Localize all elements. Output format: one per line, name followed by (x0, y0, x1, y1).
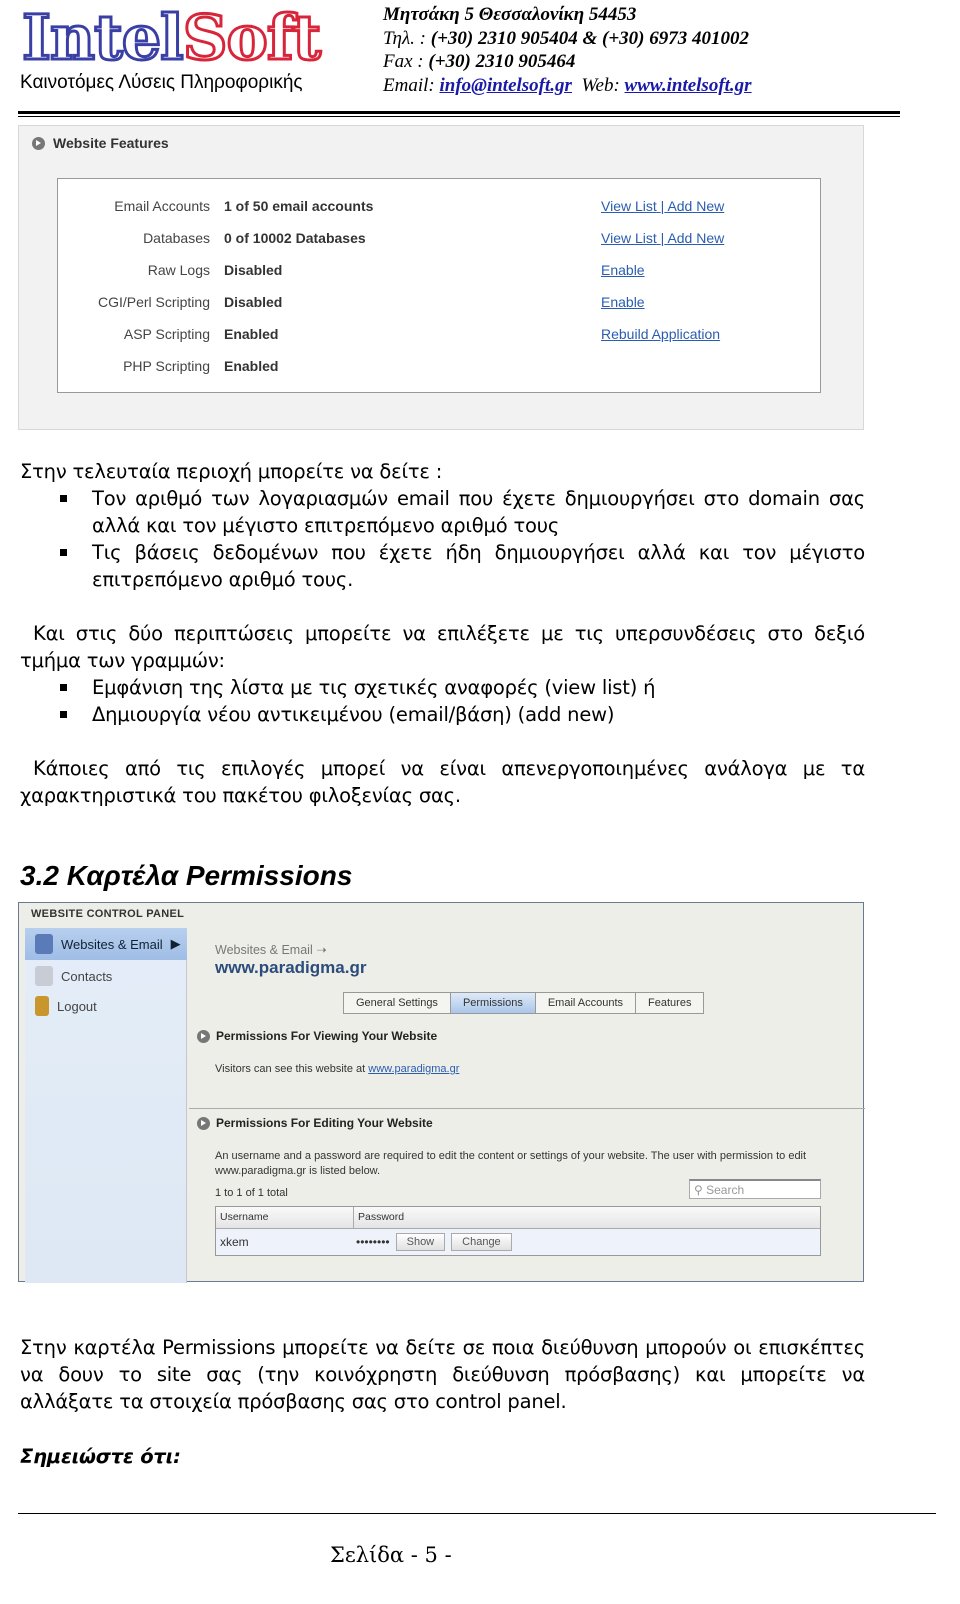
search-input[interactable]: ⚲ Search (689, 1179, 821, 1199)
tab-email-accounts[interactable]: Email Accounts (535, 993, 637, 1013)
contacts-icon (35, 966, 53, 986)
feature-row: ASP Scripting Enabled Rebuild Application (123, 326, 721, 342)
feature-row: Email Accounts 1 of 50 email accounts View… (114, 198, 725, 214)
sidebar: Websites & Email ▶ Contacts Logout (25, 928, 187, 1283)
table-row: xkem •••••••• Show Change (216, 1229, 820, 1255)
expand-icon (197, 1029, 210, 1043)
footer-rule (18, 1513, 936, 1514)
tab-bar: General Settings Permissions Email Accou… (343, 992, 705, 1014)
email-link[interactable]: info@intelsoft.gr (439, 75, 571, 96)
panel-main: Websites & Email ➝ www.paradigma.gr Gene… (189, 928, 865, 1283)
lock-icon (35, 996, 49, 1016)
tab-permissions[interactable]: Permissions (450, 993, 536, 1013)
column-header-username: Username (216, 1207, 354, 1228)
bullet-item: Τον αριθμό των λογαριασμών email που έχε… (60, 485, 865, 539)
sidebar-item-logout[interactable]: Logout (25, 990, 187, 1022)
paragraph: Στην καρτέλα Permissions μπορείτε να δεί… (20, 1336, 865, 1413)
paragraph: Και στις δύο περιπτώσεις μπορείτε να επι… (20, 622, 865, 672)
website-features-screenshot: Website Features Email Accounts 1 of 50 e… (18, 125, 864, 430)
viewing-text: Visitors can see this website at www.par… (215, 1063, 460, 1075)
viewing-section-title[interactable]: Permissions For Viewing Your Website (197, 1029, 437, 1043)
panel-title: WEBSITE CONTROL PANEL (31, 908, 185, 920)
view-list-link[interactable]: View List (601, 230, 657, 246)
bullet-icon (60, 549, 67, 556)
enable-link[interactable]: Enable (601, 294, 645, 310)
page-number: Σελίδα - 5 - (330, 1543, 452, 1567)
header-rule-thin (18, 116, 900, 117)
bullet-item: Δημιουργία νέου αντικειμένου (email/βάση… (60, 701, 865, 728)
add-new-link[interactable]: Add New (667, 230, 724, 246)
editing-text: An username and a password are required … (215, 1150, 807, 1177)
sidebar-item-websites[interactable]: Websites & Email ▶ (25, 928, 187, 960)
bullet-icon (60, 684, 67, 691)
features-box: Email Accounts 1 of 50 email accounts View… (57, 178, 821, 393)
sidebar-item-contacts[interactable]: Contacts (25, 960, 187, 992)
feature-row: Databases 0 of 10002 Databases View List |… (143, 230, 725, 246)
expand-icon (32, 136, 45, 150)
editing-section-title[interactable]: Permissions For Editing Your Website (197, 1116, 433, 1130)
features-title: Website Features (53, 135, 169, 151)
feature-row: Raw Logs Disabled Enable (147, 262, 645, 278)
web-link[interactable]: www.intelsoft.gr (625, 75, 752, 96)
contact-info: Μητσάκη 5 Θεσσαλονίκη 54453 Τηλ. : (+30)… (383, 4, 752, 96)
bullet-item: Τις βάσεις δεδομένων που έχετε ήδη δημιο… (60, 539, 865, 593)
rebuild-application-link[interactable]: Rebuild Application (601, 326, 720, 342)
site-title: www.paradigma.gr (215, 958, 367, 977)
divider (189, 1108, 865, 1109)
paragraph: Στην τελευταία περιοχή μπορείτε να δείτε… (20, 460, 443, 483)
change-button[interactable]: Change (451, 1233, 512, 1251)
add-new-link[interactable]: Add New (667, 198, 724, 214)
result-count: 1 to 1 of 1 total (215, 1187, 288, 1199)
show-button[interactable]: Show (395, 1233, 446, 1251)
tagline: Καινοτόμες Λύσεις Πληροφορικής (20, 72, 303, 93)
site-link[interactable]: www.paradigma.gr (368, 1063, 459, 1075)
expand-icon (197, 1116, 210, 1130)
bullet-icon (60, 711, 67, 718)
section-heading: 3.2 Καρτέλα Permissions (20, 860, 353, 891)
view-list-link[interactable]: View List (601, 198, 657, 214)
paragraph: Κάποιες από τις επιλογές μπορεί να είναι… (20, 757, 865, 807)
header-rule (18, 111, 900, 114)
feature-row: CGI/Perl Scripting Disabled Enable (97, 294, 645, 310)
tab-features[interactable]: Features (636, 993, 704, 1013)
computer-icon (35, 934, 53, 954)
enable-link[interactable]: Enable (601, 262, 645, 278)
column-header-password: Password (358, 1211, 405, 1223)
users-table: Username Password xkem •••••••• Show Change (215, 1206, 821, 1256)
bullet-icon (60, 495, 67, 502)
intelsoft-logo: IntelSoft (21, 1, 323, 74)
breadcrumb: Websites & Email ➝ (215, 943, 327, 957)
bullet-item: Εμφάνιση της λίστα με τις σχετικές αναφο… (60, 674, 865, 701)
note-heading: Σημειώστε ότι: (20, 1445, 181, 1468)
control-panel-screenshot: WEBSITE CONTROL PANEL Websites & Email ▶ … (18, 902, 865, 1283)
feature-row: PHP Scripting Enabled (123, 358, 279, 374)
tab-general-settings[interactable]: General Settings (344, 993, 451, 1013)
